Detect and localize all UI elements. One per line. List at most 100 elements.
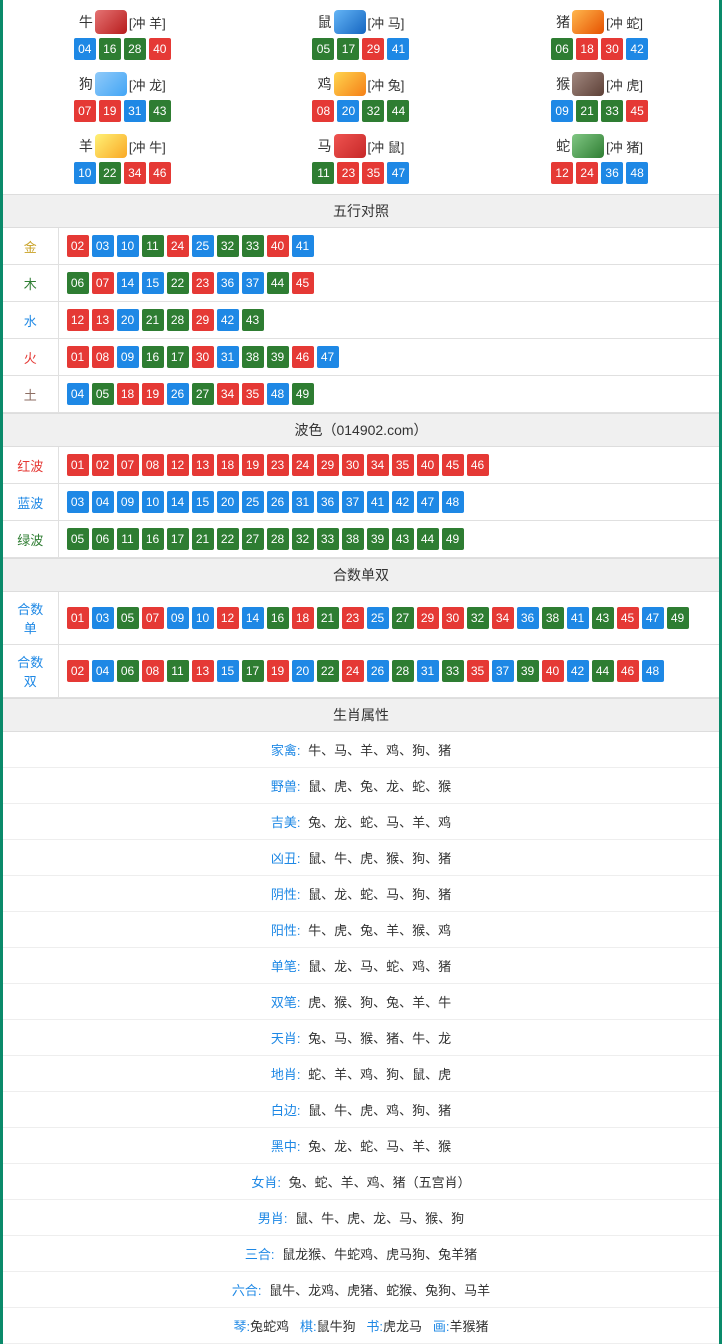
number-ball: 08 xyxy=(92,346,114,368)
number-ball: 24 xyxy=(167,235,189,257)
number-ball: 20 xyxy=(117,309,139,331)
attribute-row: 黑中: 兔、龙、蛇、马、羊、猴 xyxy=(3,1128,719,1164)
attribute-key: 双笔: xyxy=(271,995,301,1010)
table-row: 蓝波 03040910141520252631363741424748 xyxy=(3,484,719,521)
row-label: 蓝波 xyxy=(3,484,58,521)
zodiac-grid: 牛 [冲 羊] 04162840 鼠 [冲 马] 05172941 猪 [冲 蛇… xyxy=(3,0,719,194)
row-balls: 0204060811131517192022242628313335373940… xyxy=(58,645,719,698)
number-ball: 29 xyxy=(362,38,384,60)
attribute-value: 鼠、龙、蛇、马、狗、猪 xyxy=(305,887,452,902)
attribute-row: 家禽: 牛、马、羊、鸡、狗、猪 xyxy=(3,732,719,768)
number-ball: 34 xyxy=(217,383,239,405)
attribute-value: 鼠牛、龙鸡、虎猪、蛇猴、兔狗、马羊 xyxy=(266,1283,491,1298)
number-ball: 21 xyxy=(192,528,214,550)
zodiac-balls: 11233547 xyxy=(242,162,481,184)
number-ball: 48 xyxy=(267,383,289,405)
zodiac-cell: 蛇 [冲 猪] 12243648 xyxy=(480,128,719,190)
number-ball: 18 xyxy=(217,454,239,476)
footer-value: 鼠牛狗 xyxy=(317,1319,356,1334)
shuxing-header: 生肖属性 xyxy=(3,698,719,732)
zodiac-icon xyxy=(572,72,604,96)
number-ball: 33 xyxy=(442,660,464,682)
attribute-value: 牛、虎、兔、羊、猴、鸡 xyxy=(305,923,452,938)
number-ball: 29 xyxy=(317,454,339,476)
attribute-key: 六合: xyxy=(232,1283,262,1298)
number-ball: 01 xyxy=(67,454,89,476)
zodiac-balls: 12243648 xyxy=(480,162,719,184)
number-ball: 15 xyxy=(192,491,214,513)
zodiac-icon xyxy=(95,72,127,96)
number-ball: 49 xyxy=(667,607,689,629)
number-ball: 42 xyxy=(626,38,648,60)
zodiac-icon xyxy=(334,72,366,96)
zodiac-balls: 08203244 xyxy=(242,100,481,122)
attribute-value: 牛、马、羊、鸡、狗、猪 xyxy=(305,743,452,758)
attribute-key: 阴性: xyxy=(271,887,301,902)
attribute-value: 鼠、龙、马、蛇、鸡、猪 xyxy=(305,959,452,974)
number-ball: 43 xyxy=(149,100,171,122)
number-ball: 03 xyxy=(92,235,114,257)
attribute-key: 阳性: xyxy=(271,923,301,938)
number-ball: 31 xyxy=(124,100,146,122)
attribute-value: 兔、马、猴、猪、牛、龙 xyxy=(305,1031,452,1046)
number-ball: 28 xyxy=(267,528,289,550)
footer-value: 兔蛇鸡 xyxy=(250,1319,289,1334)
row-balls: 02031011242532334041 xyxy=(58,228,719,265)
row-balls: 04051819262734354849 xyxy=(58,376,719,413)
zodiac-name: 鸡 xyxy=(318,74,332,94)
zodiac-icon xyxy=(334,134,366,158)
number-ball: 21 xyxy=(317,607,339,629)
number-ball: 05 xyxy=(67,528,89,550)
attribute-row: 三合: 鼠龙猴、牛蛇鸡、虎马狗、兔羊猪 xyxy=(3,1236,719,1272)
number-ball: 46 xyxy=(467,454,489,476)
attribute-row: 六合: 鼠牛、龙鸡、虎猪、蛇猴、兔狗、马羊 xyxy=(3,1272,719,1308)
footer-key: 棋: xyxy=(300,1319,317,1334)
number-ball: 40 xyxy=(149,38,171,60)
zodiac-name: 猪 xyxy=(556,12,570,32)
number-ball: 35 xyxy=(392,454,414,476)
number-ball: 28 xyxy=(124,38,146,60)
zodiac-icon xyxy=(572,10,604,34)
attribute-value: 蛇、羊、鸡、狗、鼠、虎 xyxy=(305,1067,452,1082)
zodiac-icon xyxy=(95,10,127,34)
number-ball: 02 xyxy=(67,660,89,682)
number-ball: 09 xyxy=(551,100,573,122)
footer-key: 画: xyxy=(433,1319,450,1334)
number-ball: 12 xyxy=(67,309,89,331)
row-balls: 0102070812131819232429303435404546 xyxy=(58,447,719,484)
number-ball: 42 xyxy=(217,309,239,331)
footer-line: 琴:兔蛇鸡 棋:鼠牛狗 书:虎龙马 画:羊猴猪 xyxy=(3,1308,719,1344)
row-label: 火 xyxy=(3,339,58,376)
number-ball: 47 xyxy=(387,162,409,184)
attribute-row: 阴性: 鼠、龙、蛇、马、狗、猪 xyxy=(3,876,719,912)
number-ball: 26 xyxy=(167,383,189,405)
attribute-row: 阳性: 牛、虎、兔、羊、猴、鸡 xyxy=(3,912,719,948)
number-ball: 31 xyxy=(292,491,314,513)
number-ball: 23 xyxy=(337,162,359,184)
number-ball: 30 xyxy=(601,38,623,60)
row-label: 绿波 xyxy=(3,521,58,558)
number-ball: 20 xyxy=(217,491,239,513)
number-ball: 36 xyxy=(601,162,623,184)
number-ball: 09 xyxy=(117,491,139,513)
number-ball: 32 xyxy=(362,100,384,122)
number-ball: 45 xyxy=(292,272,314,294)
attribute-key: 黑中: xyxy=(271,1139,301,1154)
number-ball: 39 xyxy=(517,660,539,682)
zodiac-cell: 羊 [冲 牛] 10223446 xyxy=(3,128,242,190)
number-ball: 30 xyxy=(442,607,464,629)
number-ball: 43 xyxy=(242,309,264,331)
number-ball: 04 xyxy=(67,383,89,405)
number-ball: 14 xyxy=(242,607,264,629)
number-ball: 17 xyxy=(167,528,189,550)
number-ball: 07 xyxy=(142,607,164,629)
zodiac-name: 蛇 xyxy=(556,136,570,156)
number-ball: 34 xyxy=(124,162,146,184)
table-row: 绿波 05061116172122272832333839434449 xyxy=(3,521,719,558)
row-label: 水 xyxy=(3,302,58,339)
attribute-row: 女肖: 兔、蛇、羊、鸡、猪（五宫肖） xyxy=(3,1164,719,1200)
bose-header: 波色（014902.com） xyxy=(3,413,719,447)
row-label: 金 xyxy=(3,228,58,265)
zodiac-clash: [冲 鼠] xyxy=(368,137,405,156)
zodiac-balls: 05172941 xyxy=(242,38,481,60)
